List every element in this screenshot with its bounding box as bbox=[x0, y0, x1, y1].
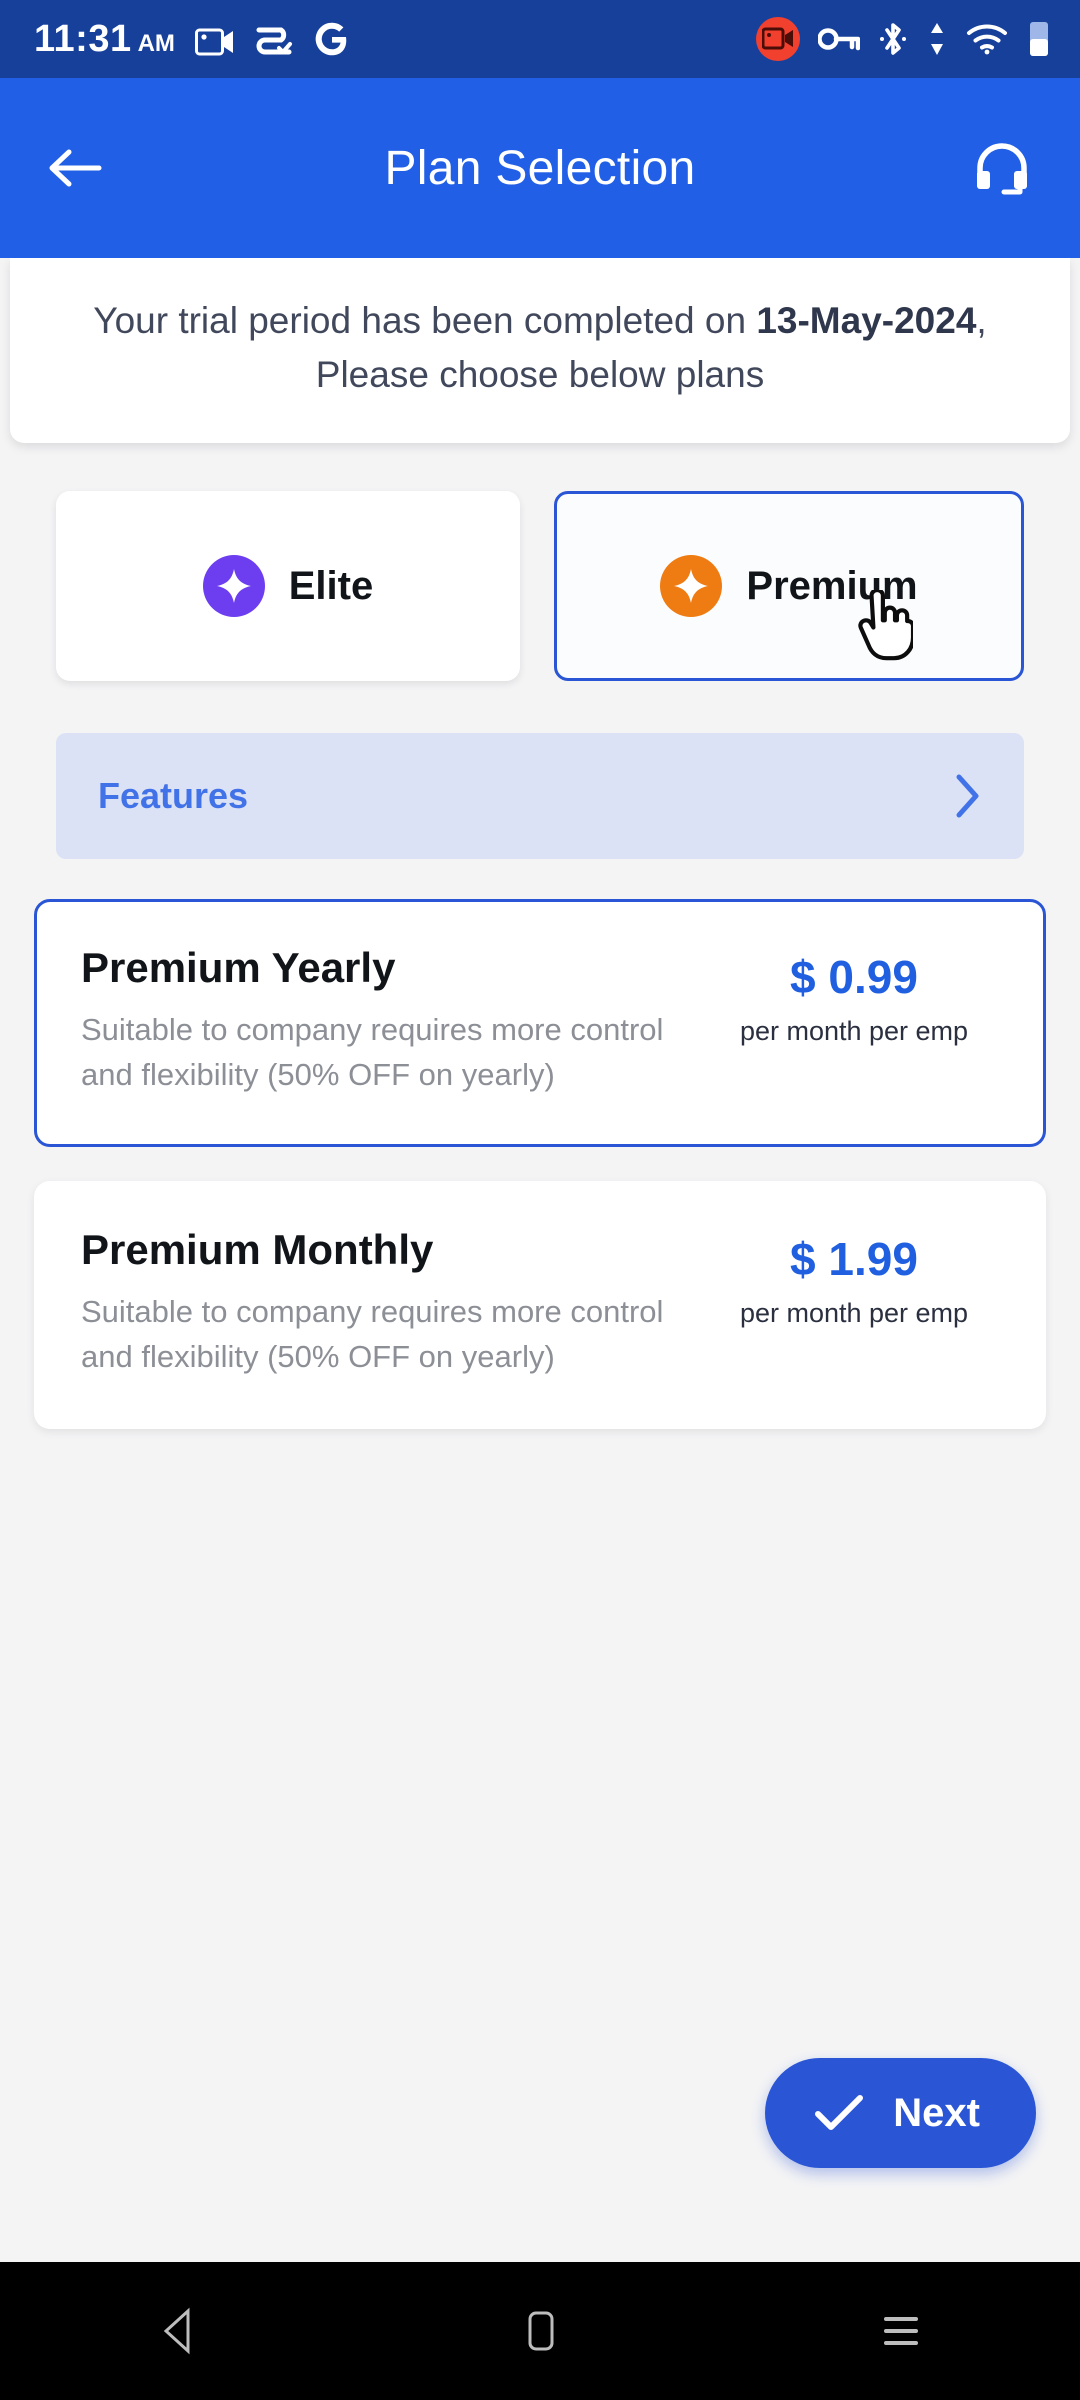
chevron-right-icon bbox=[956, 774, 979, 818]
sparkle-icon bbox=[202, 555, 265, 618]
plan-card-price: $ 0.99 bbox=[790, 951, 918, 1004]
zoom-app-icon bbox=[255, 24, 295, 58]
mobile-data-icon bbox=[926, 21, 948, 57]
vpn-key-icon bbox=[818, 26, 860, 52]
plan-card-pricing: $ 1.99 per month per emp bbox=[709, 1226, 999, 1329]
next-button-container: Next bbox=[765, 2058, 1036, 2168]
notice-date: 13-May-2024 bbox=[756, 300, 977, 341]
features-label: Features bbox=[98, 775, 249, 817]
google-icon bbox=[315, 22, 349, 58]
clock-meridiem: AM bbox=[137, 30, 175, 57]
nav-recents-button[interactable] bbox=[840, 2281, 960, 2381]
plan-card-info: Premium Yearly Suitable to company requi… bbox=[81, 944, 681, 1098]
plan-card-description: Suitable to company requires more contro… bbox=[81, 1012, 664, 1093]
screen-record-active-icon bbox=[756, 17, 800, 61]
headset-icon bbox=[977, 143, 1027, 195]
plan-card-info: Premium Monthly Suitable to company requ… bbox=[81, 1226, 681, 1380]
arrow-left-icon bbox=[49, 149, 102, 187]
plan-card-unit: per month per emp bbox=[739, 1298, 969, 1329]
trial-notice-card: Your trial period has been completed on … bbox=[10, 258, 1070, 444]
plan-tab-label-premium: Premium bbox=[746, 563, 918, 608]
back-button[interactable] bbox=[40, 133, 110, 203]
recents-menu-icon bbox=[884, 2317, 918, 2345]
status-bar: 11:31 AM bbox=[0, 0, 1080, 78]
plan-card-price: $ 1.99 bbox=[790, 1233, 918, 1286]
plan-tabs: Elite Premium bbox=[0, 443, 1080, 682]
plan-card-name: Premium Yearly bbox=[81, 944, 396, 992]
plan-tab-label-elite: Elite bbox=[288, 563, 374, 608]
android-nav-bar bbox=[0, 2262, 1080, 2400]
plan-card-name: Premium Monthly bbox=[81, 1226, 434, 1274]
triangle-back-icon bbox=[163, 2307, 190, 2355]
features-bar[interactable]: Features bbox=[56, 733, 1024, 860]
plan-card-description: Suitable to company requires more contro… bbox=[81, 1294, 664, 1375]
status-bar-left: 11:31 AM bbox=[34, 20, 349, 58]
plan-card-unit: per month per emp bbox=[739, 1016, 969, 1047]
bluetooth-icon bbox=[878, 21, 908, 57]
nav-home-button[interactable] bbox=[480, 2281, 600, 2381]
status-bar-right bbox=[756, 17, 1052, 61]
app-bar: Plan Selection bbox=[0, 78, 1080, 258]
plan-tab-elite[interactable]: Elite bbox=[56, 491, 520, 682]
next-button-label: Next bbox=[893, 2090, 980, 2135]
screen-record-icon bbox=[194, 26, 235, 58]
plan-card-premium-yearly[interactable]: Premium Yearly Suitable to company requi… bbox=[34, 899, 1046, 1148]
next-button[interactable]: Next bbox=[765, 2058, 1036, 2168]
nav-back-button[interactable] bbox=[120, 2281, 240, 2381]
battery-icon bbox=[1026, 20, 1052, 58]
clock-time: 11:31 bbox=[34, 18, 132, 60]
plan-list: Premium Yearly Suitable to company requi… bbox=[0, 859, 1080, 1430]
trial-notice-text: Your trial period has been completed on … bbox=[56, 294, 1024, 401]
status-clock: 11:31 AM bbox=[34, 20, 175, 58]
notice-prefix: Your trial period has been completed on bbox=[93, 300, 757, 341]
home-square-icon bbox=[528, 2311, 554, 2351]
check-icon bbox=[815, 2095, 864, 2130]
page-title: Plan Selection bbox=[384, 141, 696, 195]
plan-card-pricing: $ 0.99 per month per emp bbox=[709, 944, 999, 1047]
wifi-icon bbox=[966, 23, 1008, 55]
sparkle-icon bbox=[660, 555, 723, 618]
plan-card-premium-monthly[interactable]: Premium Monthly Suitable to company requ… bbox=[34, 1181, 1046, 1430]
support-button[interactable] bbox=[964, 130, 1040, 206]
plan-tab-premium[interactable]: Premium bbox=[554, 491, 1024, 682]
